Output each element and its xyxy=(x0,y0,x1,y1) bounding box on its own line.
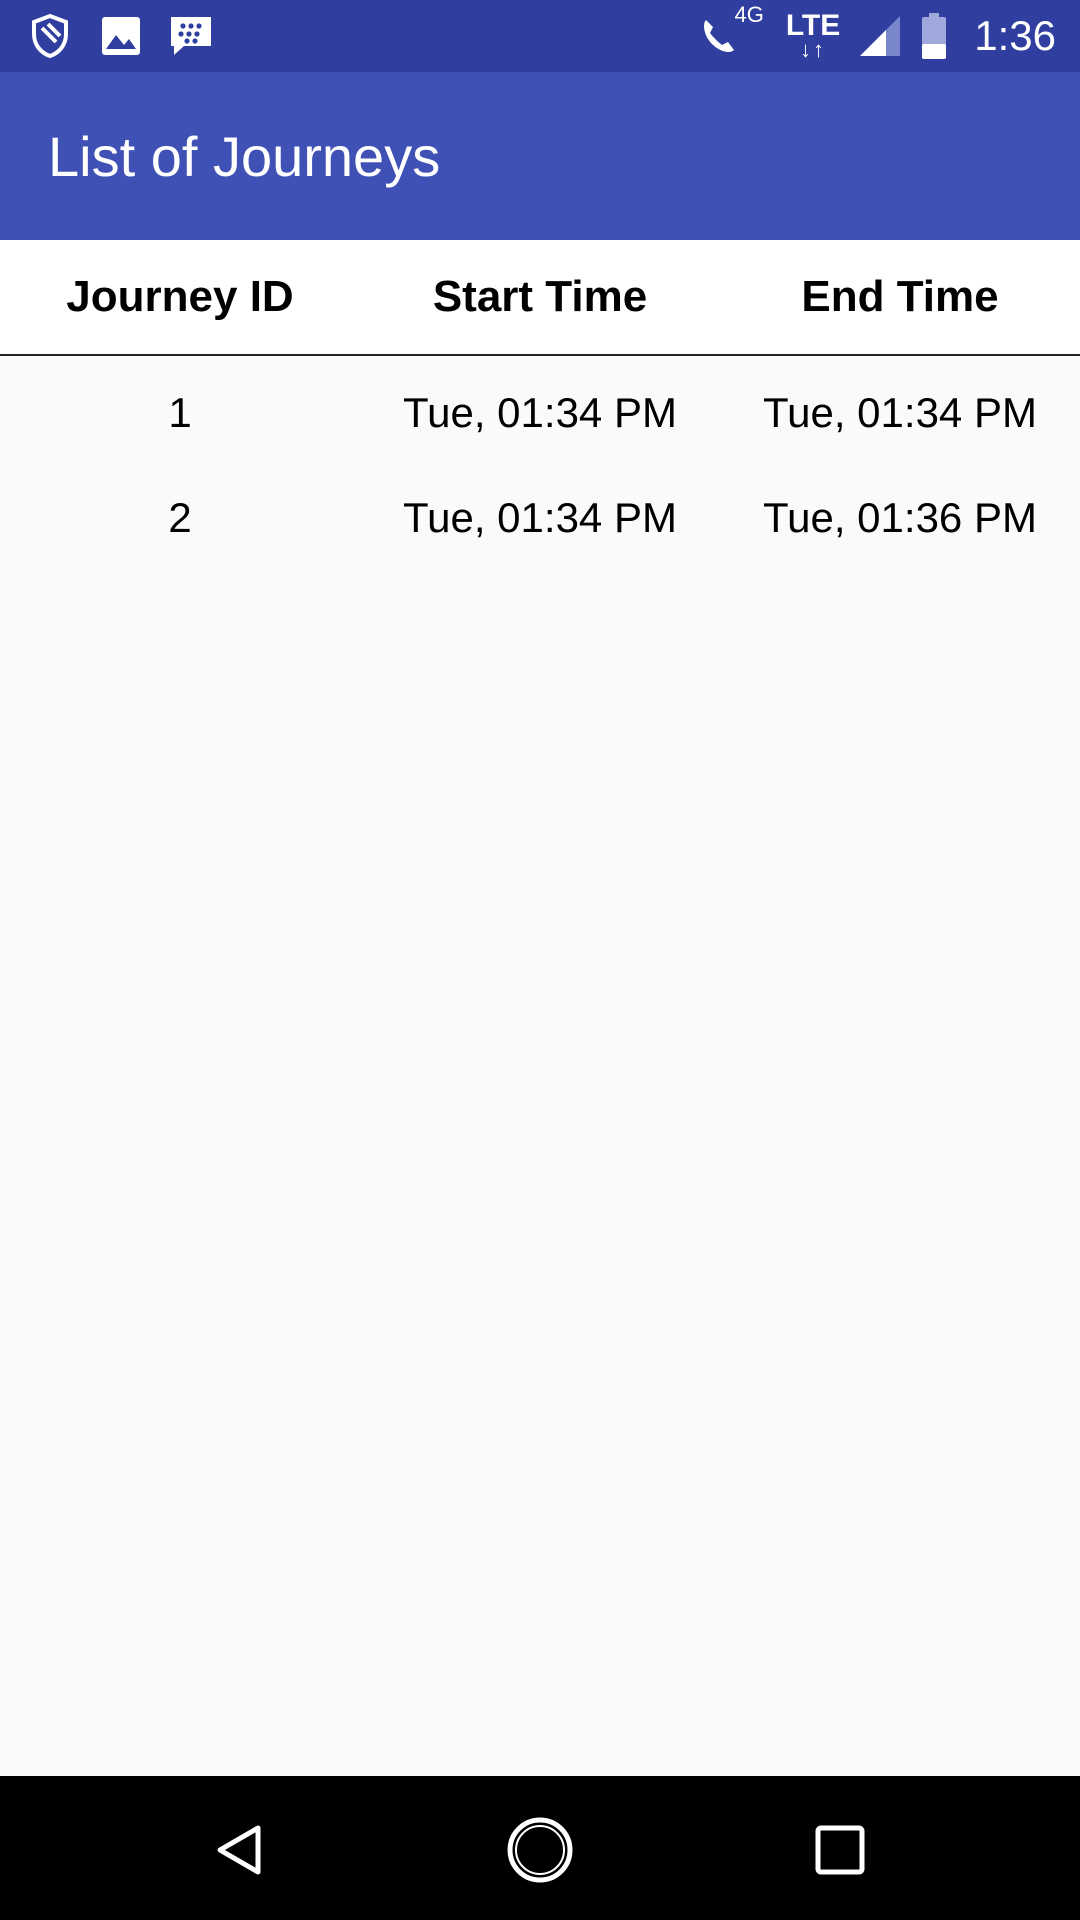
call-network-label: 4G xyxy=(734,2,764,27)
recents-icon xyxy=(815,1825,865,1875)
table-header: Journey ID Start Time End Time xyxy=(0,240,1080,356)
page-title: List of Journeys xyxy=(48,125,441,188)
bbm-chat-icon xyxy=(168,14,214,58)
status-time: 1:36 xyxy=(974,12,1056,59)
cell-journey-id: 1 xyxy=(168,388,192,436)
header-end-time: End Time xyxy=(801,272,999,321)
cell-start-time: Tue, 01:34 PM xyxy=(403,493,677,541)
home-icon xyxy=(507,1817,573,1883)
cell-end-time: Tue, 01:36 PM xyxy=(763,493,1037,541)
cell-journey-id: 2 xyxy=(168,493,192,541)
signal-icon xyxy=(858,14,902,58)
status-bar: 4G LTE ↓↑ 1:36 xyxy=(0,0,1080,72)
image-icon xyxy=(100,15,142,57)
table-row[interactable]: 2 Tue, 01:34 PM Tue, 01:36 PM xyxy=(0,465,1080,570)
table-row[interactable]: 1 Tue, 01:34 PM Tue, 01:34 PM xyxy=(0,360,1080,465)
back-icon xyxy=(217,1825,261,1875)
header-start-time: Start Time xyxy=(432,272,648,321)
app-bar: List of Journeys xyxy=(0,72,1080,240)
status-left-icons xyxy=(26,10,214,62)
home-button[interactable] xyxy=(504,1814,576,1886)
recents-button[interactable] xyxy=(804,1814,876,1886)
battery-icon xyxy=(920,12,948,60)
journeys-table: Journey ID Start Time End Time 1 Tue, 01… xyxy=(0,240,1080,570)
header-journey-id: Journey ID xyxy=(66,272,294,321)
cell-end-time: Tue, 01:34 PM xyxy=(763,388,1037,436)
security-shield-icon xyxy=(26,12,74,60)
status-right-icons: 4G LTE ↓↑ 1:36 xyxy=(698,2,1056,66)
cell-start-time: Tue, 01:34 PM xyxy=(403,388,677,436)
wifi-call-icon: 4G xyxy=(698,2,767,58)
lte-icon: LTE ↓↑ xyxy=(786,11,840,61)
table-body: 1 Tue, 01:34 PM Tue, 01:34 PM 2 Tue, 01:… xyxy=(0,360,1080,570)
navigation-bar xyxy=(0,1776,1080,1920)
back-button[interactable] xyxy=(204,1814,276,1886)
data-activity-arrows: ↓↑ xyxy=(800,37,827,62)
